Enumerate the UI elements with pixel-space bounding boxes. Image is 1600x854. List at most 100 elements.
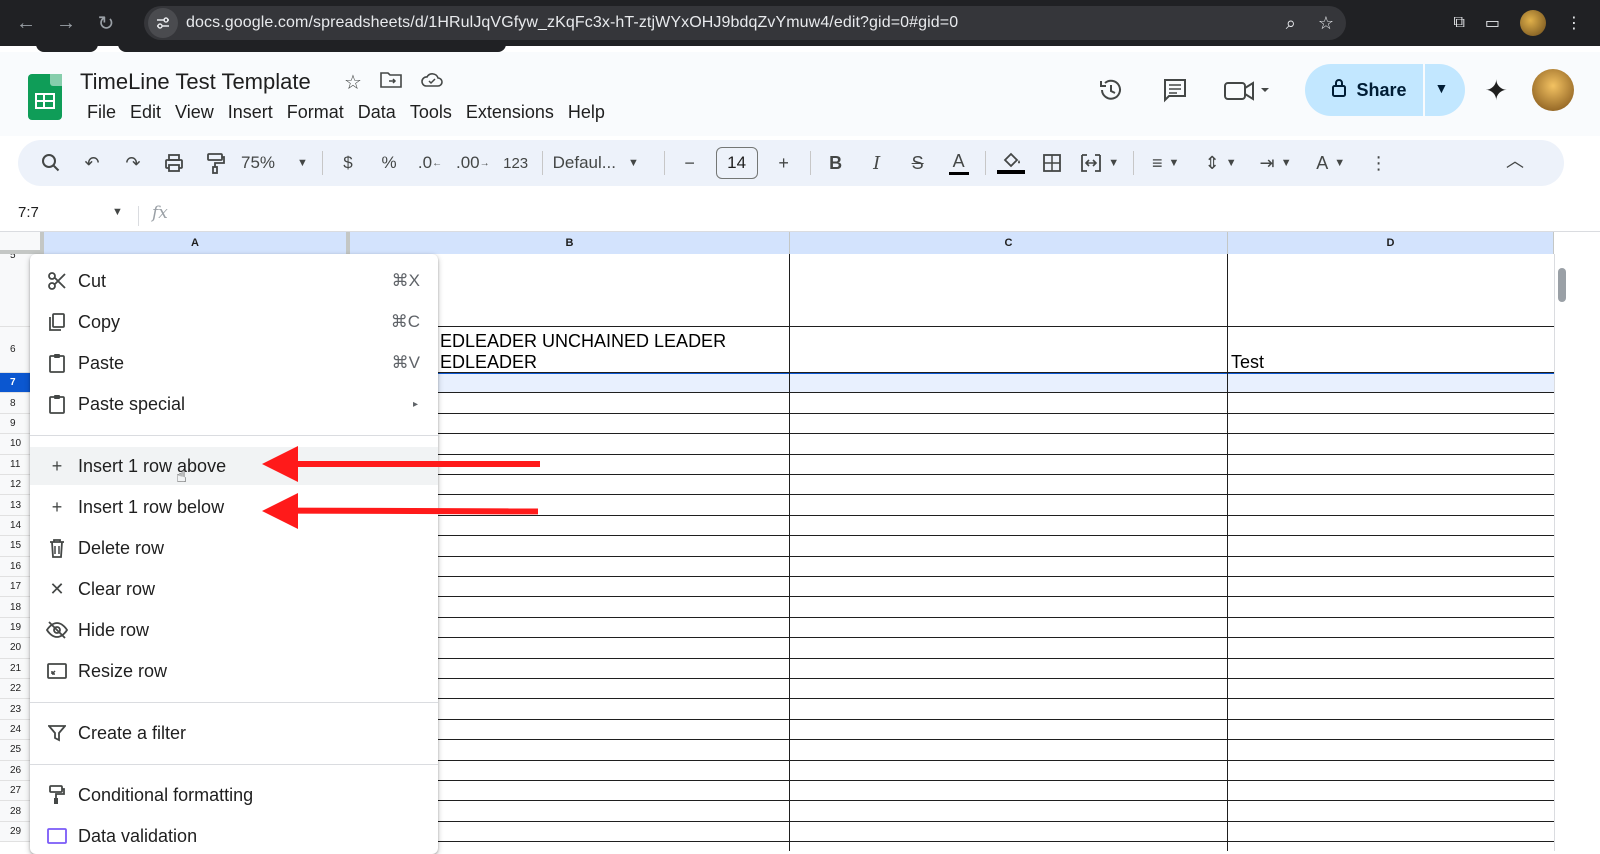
menu-item-delete-row[interactable]: Delete row <box>30 529 438 567</box>
shortcut-text: ⌘C <box>390 312 420 331</box>
column-header-a[interactable]: A <box>44 232 350 254</box>
menu-item-resize-row[interactable]: Resize row <box>30 652 438 690</box>
redo-icon[interactable]: ↷ <box>118 147 148 179</box>
menu-item-hide-row[interactable]: Hide row <box>30 611 438 649</box>
menu-data[interactable]: Data <box>351 100 403 125</box>
column-header-b[interactable]: B <box>350 232 790 254</box>
menu-help[interactable]: Help <box>561 100 612 125</box>
cell-b6-line1: EDLEADER UNCHAINED LEADER <box>440 331 727 351</box>
print-icon[interactable] <box>159 147 189 179</box>
meet-video-icon[interactable] <box>1219 70 1275 110</box>
currency-format-button[interactable]: $ <box>333 147 363 179</box>
search-menus-icon[interactable] <box>36 147 66 179</box>
more-formats-button[interactable]: 123 <box>501 147 531 179</box>
browser-menu-icon[interactable]: ⋮ <box>1566 13 1582 33</box>
name-box[interactable]: 7:7 <box>18 204 39 221</box>
menu-file[interactable]: File <box>80 100 123 125</box>
menu-item-create-filter[interactable]: Create a filter <box>30 714 438 752</box>
text-color-icon[interactable]: A <box>944 147 974 179</box>
more-options-icon[interactable]: ⋮ <box>1364 147 1394 179</box>
plus-icon: + <box>51 455 63 476</box>
cell-d6[interactable]: Test <box>1231 352 1264 373</box>
site-info-icon[interactable] <box>148 8 178 38</box>
menu-item-data-validation[interactable]: Data validation <box>30 817 438 854</box>
plus-icon: + <box>51 496 63 517</box>
cast-icon[interactable]: ▭ <box>1485 13 1500 33</box>
eye-off-icon <box>46 619 68 641</box>
fill-color-icon[interactable] <box>996 147 1026 179</box>
menu-item-label: Insert 1 row above <box>78 455 227 476</box>
reload-icon[interactable]: ↻ <box>86 3 126 43</box>
menu-insert[interactable]: Insert <box>221 100 280 125</box>
gemini-sparkle-icon[interactable]: ✦ <box>1485 74 1508 107</box>
decrease-font-size-icon[interactable]: − <box>675 147 705 179</box>
undo-icon[interactable]: ↶ <box>77 147 107 179</box>
sheets-logo-icon[interactable] <box>28 74 62 120</box>
percent-format-button[interactable]: % <box>374 147 404 179</box>
menu-edit[interactable]: Edit <box>123 100 168 125</box>
share-button[interactable]: Share ▼ <box>1304 64 1465 116</box>
browser-toolbar: ← → ↻ docs.google.com/spreadsheets/d/1HR… <box>0 0 1600 46</box>
bookmark-star-icon[interactable]: ☆ <box>1318 13 1334 34</box>
data-validation-icon <box>46 825 68 847</box>
font-size-input[interactable]: 14 <box>715 147 758 179</box>
cloud-status-icon[interactable] <box>420 70 444 95</box>
document-title[interactable]: TimeLine Test Template <box>80 69 311 95</box>
scissors-icon <box>46 270 68 292</box>
back-icon[interactable]: ← <box>6 3 46 43</box>
sheets-header: TimeLine Test Template ☆ File Edit View … <box>0 52 1600 136</box>
menu-item-clear-row[interactable]: ✕ Clear row <box>30 570 438 608</box>
increase-decimal-button[interactable]: .00 → <box>456 147 490 179</box>
menu-item-label: Paste special <box>78 393 186 414</box>
extensions-icon[interactable]: ⧉ <box>1453 14 1464 32</box>
vertical-align-icon[interactable]: ⇕ ▼ <box>1199 147 1243 179</box>
strikethrough-icon[interactable]: S <box>903 147 933 179</box>
forward-icon[interactable]: → <box>46 3 86 43</box>
column-header-c[interactable]: C <box>790 232 1228 254</box>
menu-item-conditional-formatting[interactable]: Conditional formatting <box>30 776 438 814</box>
menu-item-copy[interactable]: Copy ⌘C <box>30 303 438 341</box>
column-header-d[interactable]: D <box>1228 232 1554 254</box>
zoom-icon[interactable]: ⌕ <box>1286 13 1296 34</box>
account-avatar[interactable] <box>1532 69 1574 111</box>
move-folder-icon[interactable] <box>380 70 402 95</box>
menu-tools[interactable]: Tools <box>403 100 459 125</box>
horizontal-align-icon[interactable]: ≡ ▼ <box>1144 147 1188 179</box>
text-rotation-icon[interactable]: A ▼ <box>1309 147 1353 179</box>
share-dropdown-icon[interactable]: ▼ <box>1435 80 1449 96</box>
browser-profile-avatar[interactable] <box>1520 10 1546 36</box>
menu-format[interactable]: Format <box>280 100 351 125</box>
decrease-decimal-button[interactable]: .0 ← <box>415 147 445 179</box>
menu-item-paste[interactable]: Paste ⌘V <box>30 344 438 382</box>
select-all-corner[interactable] <box>0 232 44 254</box>
menu-item-cut[interactable]: Cut ⌘X <box>30 262 438 300</box>
menu-bar: File Edit View Insert Format Data Tools … <box>80 100 612 125</box>
bold-icon[interactable]: B <box>821 147 851 179</box>
collapse-toolbar-icon[interactable]: ︿ <box>1506 147 1524 173</box>
zoom-select[interactable]: 75% ▼ <box>241 147 311 179</box>
formatting-toolbar: ↶ ↷ 75% ▼ $ % .0 ← .00 → 123 Defaul... ▼ −… <box>18 140 1564 186</box>
menu-item-label: Hide row <box>78 619 150 640</box>
submenu-arrow-icon: ▸ <box>412 398 418 410</box>
text-wrapping-icon[interactable]: ⇥ ▼ <box>1254 147 1298 179</box>
url-text[interactable]: docs.google.com/spreadsheets/d/1HRulJqVG… <box>186 14 958 32</box>
menu-item-label: Clear row <box>78 578 156 599</box>
font-family-select[interactable]: Defaul... ▼ <box>553 147 653 179</box>
menu-item-label: Cut <box>78 270 107 291</box>
italic-icon[interactable]: I <box>862 147 892 179</box>
tab-strip-fragment <box>118 44 506 52</box>
star-icon[interactable]: ☆ <box>344 70 362 95</box>
address-bar[interactable]: docs.google.com/spreadsheets/d/1HRulJqVG… <box>144 6 1346 40</box>
borders-icon[interactable] <box>1037 147 1067 179</box>
comments-icon[interactable] <box>1155 70 1195 110</box>
merge-cells-icon[interactable]: ▼ <box>1078 147 1122 179</box>
vertical-scrollbar[interactable] <box>1554 254 1568 851</box>
menu-extensions[interactable]: Extensions <box>459 100 561 125</box>
chevron-down-icon[interactable]: ▼ <box>112 206 123 218</box>
menu-view[interactable]: View <box>168 100 221 125</box>
menu-item-paste-special[interactable]: Paste special ▸ <box>30 385 438 423</box>
increase-font-size-icon[interactable]: + <box>769 147 799 179</box>
paint-format-icon[interactable] <box>200 147 230 179</box>
scrollbar-thumb[interactable] <box>1558 268 1566 302</box>
version-history-icon[interactable] <box>1091 70 1131 110</box>
